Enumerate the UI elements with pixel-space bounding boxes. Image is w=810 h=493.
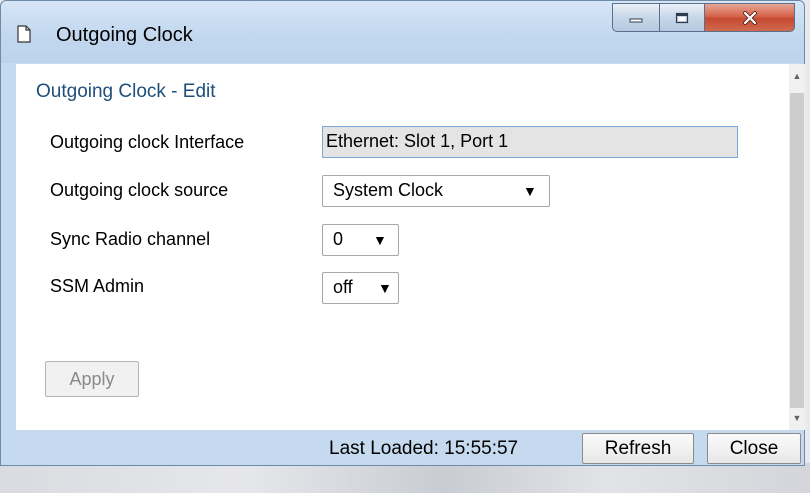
dialog-content: Outgoing Clock - Edit Outgoing clock Int… bbox=[16, 64, 789, 430]
sync-radio-channel-label: Sync Radio channel bbox=[50, 229, 211, 249]
apply-button[interactable]: Apply bbox=[45, 361, 139, 397]
outgoing-clock-interface-value: Ethernet: Slot 1, Port 1 bbox=[326, 131, 509, 151]
chevron-down-icon: ▼ bbox=[373, 232, 387, 248]
maximize-icon bbox=[675, 12, 689, 23]
minimize-icon bbox=[629, 18, 643, 22]
outgoing-clock-source-value: System Clock bbox=[333, 180, 444, 200]
document-icon bbox=[17, 25, 31, 43]
window-controls bbox=[612, 3, 795, 34]
window-title: Outgoing Clock bbox=[56, 24, 193, 46]
refresh-button[interactable]: Refresh bbox=[582, 433, 694, 464]
chevron-down-icon: ▼ bbox=[378, 280, 392, 296]
outgoing-clock-interface-field[interactable]: Ethernet: Slot 1, Port 1 bbox=[322, 126, 738, 158]
sync-radio-channel-select[interactable]: 0 ▼ bbox=[322, 224, 399, 256]
ssm-admin-value: off bbox=[333, 277, 353, 297]
close-button[interactable]: Close bbox=[707, 433, 801, 464]
desktop-background bbox=[0, 463, 810, 493]
ssm-admin-label: SSM Admin bbox=[50, 276, 145, 296]
dialog-window: Outgoing Clock Outgoing Clock - Edit Out… bbox=[0, 0, 805, 466]
last-loaded-timestamp: Last Loaded: 15:55:57 bbox=[329, 438, 519, 459]
window-close-button[interactable] bbox=[705, 3, 795, 32]
outgoing-clock-source-label: Outgoing clock source bbox=[50, 180, 229, 200]
minimize-button[interactable] bbox=[612, 3, 660, 32]
outgoing-clock-interface-label: Outgoing clock Interface bbox=[50, 132, 245, 152]
dialog-footer: Last Loaded: 15:55:57 Refresh Close bbox=[16, 430, 805, 466]
vertical-scrollbar[interactable]: ▲ ▼ bbox=[789, 64, 805, 430]
outgoing-clock-source-select[interactable]: System Clock ▼ bbox=[322, 175, 550, 207]
maximize-button[interactable] bbox=[660, 3, 705, 32]
section-title: Outgoing Clock - Edit bbox=[36, 81, 216, 102]
close-icon bbox=[742, 10, 757, 25]
ssm-admin-select[interactable]: off ▼ bbox=[322, 272, 399, 304]
scroll-up-icon[interactable]: ▲ bbox=[789, 68, 805, 84]
title-bar[interactable]: Outgoing Clock bbox=[1, 1, 804, 63]
scroll-down-icon[interactable]: ▼ bbox=[789, 410, 805, 426]
chevron-down-icon: ▼ bbox=[523, 183, 537, 199]
scroll-thumb[interactable] bbox=[790, 93, 804, 408]
sync-radio-channel-value: 0 bbox=[333, 229, 344, 249]
